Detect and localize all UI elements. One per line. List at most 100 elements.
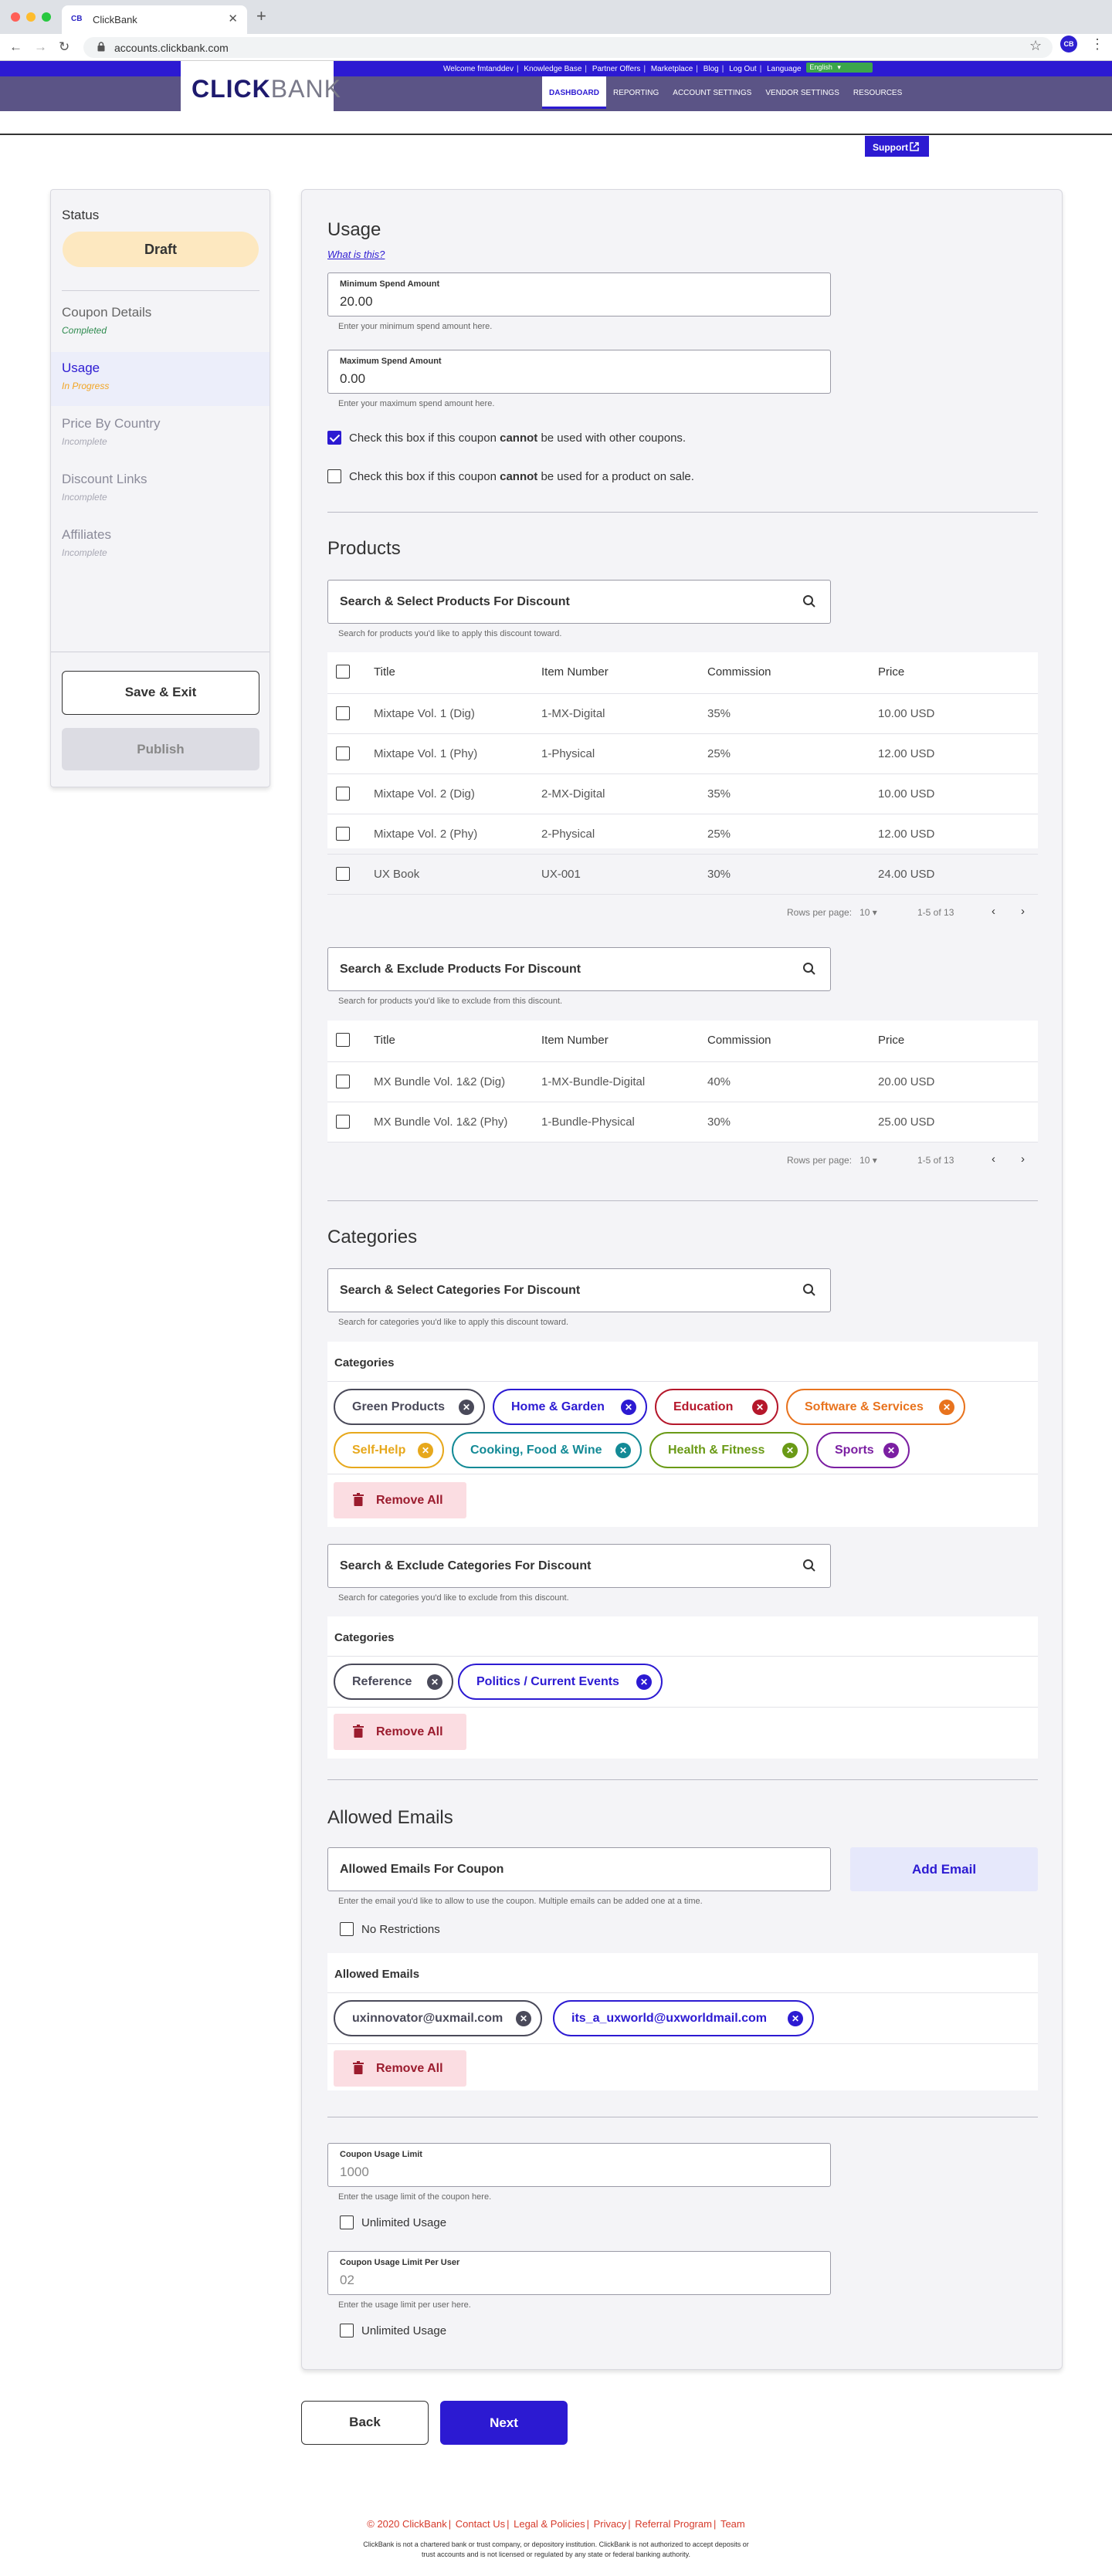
category-chip[interactable]: Home & Garden ✕	[493, 1389, 647, 1425]
row-checkbox[interactable]	[336, 827, 350, 841]
chip-remove-icon[interactable]: ✕	[615, 1443, 631, 1458]
row-checkbox[interactable]	[336, 787, 350, 801]
chip-remove-icon[interactable]: ✕	[621, 1400, 636, 1415]
browser-menu-icon[interactable]: ⋮	[1090, 36, 1104, 52]
nav-dashboard[interactable]: DASHBOARD	[542, 76, 606, 109]
knowledge-base-link[interactable]: Knowledge Base	[524, 65, 581, 73]
table-row[interactable]: Mixtape Vol. 1 (Dig) 1-MX-Digital 35% 10…	[327, 694, 1038, 734]
nav-account-settings[interactable]: ACCOUNT SETTINGS	[666, 76, 758, 111]
rows-per-page[interactable]: Rows per page: 10 ▾	[787, 907, 877, 918]
category-chip[interactable]: Sports ✕	[816, 1432, 910, 1468]
privacy-link[interactable]: Privacy	[594, 2518, 627, 2530]
category-chip[interactable]: Green Products ✕	[334, 1389, 485, 1425]
row-checkbox[interactable]	[336, 1075, 350, 1088]
reload-icon[interactable]: ↻	[59, 40, 70, 54]
prev-page-icon[interactable]: ‹	[992, 905, 995, 918]
close-window-button[interactable]	[11, 12, 20, 22]
email-chip[interactable]: its_a_uxworld@uxworldmail.com ✕	[553, 2000, 814, 2036]
forward-arrow-icon[interactable]: →	[34, 40, 47, 54]
category-chip[interactable]: Cooking, Food & Wine ✕	[452, 1432, 642, 1468]
chip-remove-icon[interactable]: ✕	[418, 1443, 433, 1458]
max-spend-field[interactable]: Maximum Spend Amount 0.00	[327, 350, 831, 394]
back-arrow-icon[interactable]: ←	[9, 40, 22, 54]
unlimited-usage-per-user-row[interactable]: Unlimited Usage	[340, 2324, 446, 2337]
no-sale-checkbox[interactable]	[327, 469, 341, 483]
table-row[interactable]: Mixtape Vol. 2 (Phy) 2-Physical 25% 12.0…	[327, 814, 1038, 855]
no-sale-checkbox-row[interactable]: Check this box if this coupon cannot be …	[327, 469, 694, 483]
rows-per-page[interactable]: Rows per page: 10 ▾	[787, 1155, 877, 1166]
next-page-icon[interactable]: ›	[1021, 1153, 1025, 1166]
maximize-window-button[interactable]	[42, 12, 51, 22]
unlimited-usage-per-user-checkbox[interactable]	[340, 2324, 354, 2337]
step-affiliates[interactable]: Affiliates Incomplete	[51, 519, 270, 573]
team-link[interactable]: Team	[720, 2518, 745, 2530]
category-chip[interactable]: Health & Fitness ✕	[649, 1432, 809, 1468]
chip-remove-icon[interactable]: ✕	[782, 1443, 798, 1458]
select-all-checkbox[interactable]	[336, 665, 350, 679]
search-icon[interactable]	[802, 1559, 816, 1572]
table-row[interactable]: UX Book UX-001 30% 24.00 USD	[327, 855, 1038, 895]
table-row[interactable]: MX Bundle Vol. 1&2 (Phy) 1-Bundle-Physic…	[327, 1102, 1038, 1142]
table-row[interactable]: MX Bundle Vol. 1&2 (Dig) 1-MX-Bundle-Dig…	[327, 1062, 1038, 1102]
what-is-this-link[interactable]: What is this?	[327, 249, 385, 260]
category-chip[interactable]: Self-Help ✕	[334, 1432, 444, 1468]
nav-reporting[interactable]: REPORTING	[606, 76, 666, 111]
no-combine-checkbox-row[interactable]: Check this box if this coupon cannot be …	[327, 431, 686, 445]
language-select[interactable]: English ▾	[806, 63, 873, 73]
step-usage[interactable]: Usage In Progress	[51, 352, 270, 406]
category-select-search[interactable]: Search & Select Categories For Discount	[327, 1268, 831, 1312]
save-exit-button[interactable]: Save & Exit	[62, 671, 259, 715]
bookmark-star-icon[interactable]: ☆	[1029, 38, 1042, 54]
per-user-limit-field[interactable]: Coupon Usage Limit Per User 02	[327, 2251, 831, 2295]
row-checkbox[interactable]	[336, 746, 350, 760]
chip-remove-icon[interactable]: ✕	[427, 1674, 442, 1690]
add-email-button[interactable]: Add Email	[850, 1847, 1038, 1891]
new-tab-icon[interactable]: +	[256, 8, 266, 25]
unlimited-usage-checkbox[interactable]	[340, 2215, 354, 2229]
search-icon[interactable]	[802, 962, 816, 976]
tab-close-icon[interactable]: ✕	[228, 12, 238, 25]
remove-all-categories-button[interactable]: Remove All	[334, 1482, 466, 1518]
remove-all-excluded-categories-button[interactable]: Remove All	[334, 1714, 466, 1750]
legal-policies-link[interactable]: Legal & Policies	[514, 2518, 585, 2530]
chip-remove-icon[interactable]: ✕	[788, 2011, 803, 2026]
row-checkbox[interactable]	[336, 1115, 350, 1129]
email-chip[interactable]: uxinnovator@uxmail.com ✕	[334, 2000, 542, 2036]
row-checkbox[interactable]	[336, 706, 350, 720]
remove-all-emails-button[interactable]: Remove All	[334, 2050, 466, 2087]
next-button[interactable]: Next	[440, 2401, 568, 2445]
product-select-search[interactable]: Search & Select Products For Discount	[327, 580, 831, 624]
marketplace-link[interactable]: Marketplace	[651, 65, 693, 73]
category-chip[interactable]: Reference ✕	[334, 1664, 453, 1700]
step-coupon-details[interactable]: Coupon Details Completed	[51, 296, 270, 350]
chip-remove-icon[interactable]: ✕	[883, 1443, 899, 1458]
category-chip[interactable]: Education ✕	[655, 1389, 778, 1425]
table-row[interactable]: Mixtape Vol. 1 (Phy) 1-Physical 25% 12.0…	[327, 734, 1038, 774]
publish-button[interactable]: Publish	[62, 728, 259, 770]
select-all-checkbox[interactable]	[336, 1033, 350, 1047]
next-page-icon[interactable]: ›	[1021, 905, 1025, 918]
browser-tab[interactable]: CB ClickBank ✕	[62, 5, 247, 34]
category-chip[interactable]: Software & Services ✕	[786, 1389, 965, 1425]
chip-remove-icon[interactable]: ✕	[752, 1400, 768, 1415]
search-icon[interactable]	[802, 594, 816, 608]
support-button[interactable]: Support	[865, 136, 929, 157]
step-price-by-country[interactable]: Price By Country Incomplete	[51, 408, 270, 462]
no-combine-checkbox[interactable]	[327, 431, 341, 445]
row-checkbox[interactable]	[336, 867, 350, 881]
url-input[interactable]: accounts.clickbank.com	[83, 37, 1053, 58]
logout-link[interactable]: Log Out	[729, 65, 757, 73]
allowed-email-input[interactable]: Allowed Emails For Coupon	[327, 1847, 831, 1891]
back-button[interactable]: Back	[301, 2401, 429, 2445]
min-spend-field[interactable]: Minimum Spend Amount 20.00	[327, 272, 831, 316]
prev-page-icon[interactable]: ‹	[992, 1153, 995, 1166]
partner-offers-link[interactable]: Partner Offers	[592, 65, 641, 73]
profile-avatar[interactable]: CB	[1060, 36, 1077, 52]
usage-limit-field[interactable]: Coupon Usage Limit 1000	[327, 2143, 831, 2187]
chip-remove-icon[interactable]: ✕	[459, 1400, 474, 1415]
chip-remove-icon[interactable]: ✕	[516, 2011, 531, 2026]
product-exclude-search[interactable]: Search & Exclude Products For Discount	[327, 947, 831, 991]
contact-us-link[interactable]: Contact Us	[456, 2518, 505, 2530]
referral-program-link[interactable]: Referral Program	[635, 2518, 712, 2530]
unlimited-usage-row[interactable]: Unlimited Usage	[340, 2215, 446, 2229]
